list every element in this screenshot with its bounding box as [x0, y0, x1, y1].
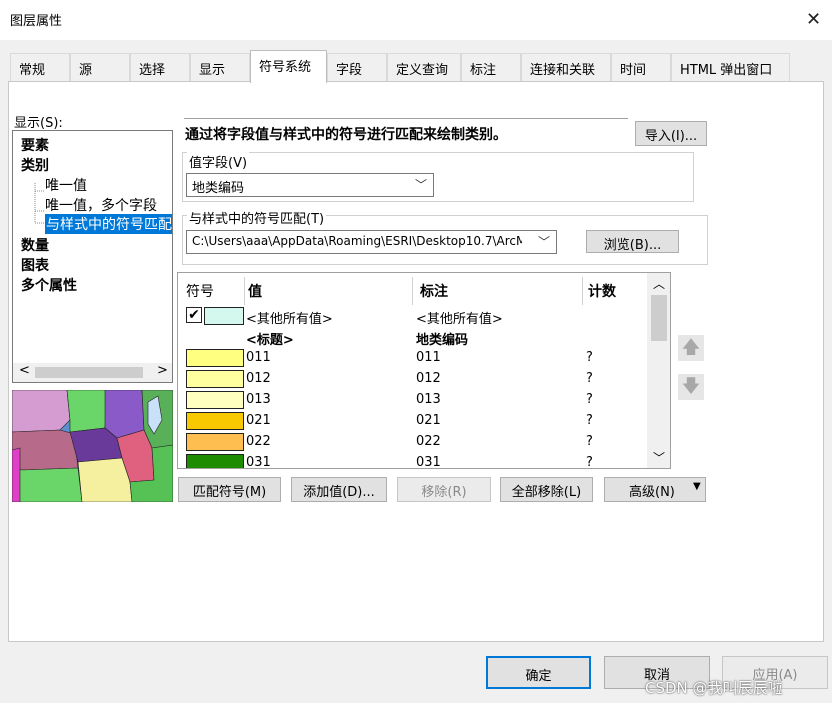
- scroll-down-icon[interactable]: ﹀: [653, 449, 665, 466]
- row-count: ?: [586, 392, 593, 407]
- row-count: ?: [586, 455, 593, 469]
- other-values-swatch[interactable]: [204, 307, 244, 325]
- row-count: ?: [586, 371, 593, 386]
- value-field-value: 地类编码: [192, 181, 245, 196]
- tree-item-charts[interactable]: 图表: [21, 255, 49, 275]
- tree-item-features[interactable]: 要素: [21, 135, 49, 155]
- renderer-description: 通过将字段值与样式中的符号进行匹配来绘制类别。: [185, 127, 507, 143]
- tab-selection[interactable]: 选择: [130, 53, 190, 81]
- dropdown-arrow-icon: ▼: [693, 481, 701, 492]
- watermark: CSDN @我叫辰辰啦: [645, 679, 783, 697]
- style-path-value: C:\Users\aaa\AppData\Roaming\ESRI\Deskto…: [192, 234, 522, 248]
- tab-symbology[interactable]: 符号系统: [250, 50, 327, 83]
- tab-time[interactable]: 时间: [611, 53, 671, 81]
- tree-item-categories[interactable]: 类别: [21, 155, 49, 175]
- row-value: 031: [246, 455, 271, 469]
- symbol-swatch[interactable]: [186, 370, 244, 388]
- col-header-count[interactable]: 计数: [588, 281, 616, 301]
- row-label: 011: [416, 350, 441, 365]
- col-divider: [582, 277, 583, 305]
- other-values-checkbox[interactable]: ✔: [186, 307, 202, 323]
- style-match-label: 与样式中的符号匹配(T): [187, 208, 327, 227]
- title-bar: [0, 0, 832, 40]
- symbol-swatch[interactable]: [186, 349, 244, 367]
- other-values-label: <其他所有值>: [416, 312, 503, 327]
- scroll-up-icon[interactable]: ︿: [653, 275, 665, 292]
- ok-button[interactable]: 确定: [486, 656, 591, 689]
- value-field-label: 值字段(V): [187, 152, 250, 171]
- close-icon[interactable]: ✕: [806, 9, 821, 30]
- symbol-swatch[interactable]: [186, 412, 244, 430]
- advanced-button[interactable]: 高级(N) ▼: [604, 477, 706, 502]
- tree-item-unique-values-many[interactable]: 唯一值，多个字段: [45, 195, 157, 215]
- tab-general[interactable]: 常规: [10, 53, 70, 81]
- col-divider: [244, 277, 245, 305]
- tab-labels[interactable]: 标注: [461, 53, 521, 81]
- row-value: 021: [246, 413, 271, 428]
- col-header-symbol[interactable]: 符号: [186, 281, 214, 301]
- row-count: ?: [586, 350, 593, 365]
- scroll-right-icon[interactable]: >: [157, 363, 168, 378]
- description-divider: [184, 118, 628, 119]
- style-path-select[interactable]: C:\Users\aaa\AppData\Roaming\ESRI\Deskto…: [186, 230, 557, 254]
- value-field-select[interactable]: 地类编码 ﹀: [186, 173, 434, 197]
- tree-lines: [34, 183, 44, 224]
- tree-item-multiple-attributes[interactable]: 多个属性: [21, 275, 77, 295]
- add-values-button[interactable]: 添加值(D)...: [291, 477, 387, 502]
- row-label: 013: [416, 392, 441, 407]
- other-values-value: <其他所有值>: [246, 312, 333, 327]
- symbol-swatch[interactable]: [186, 391, 244, 409]
- tab-html-popup[interactable]: HTML 弹出窗口: [671, 53, 790, 81]
- row-value: 022: [246, 434, 271, 449]
- tab-fields[interactable]: 字段: [327, 53, 387, 81]
- heading-label: 地类编码: [416, 333, 469, 348]
- tree-item-unique-values[interactable]: 唯一值: [45, 175, 87, 195]
- tree-item-quantities[interactable]: 数量: [21, 235, 49, 255]
- row-value: 013: [246, 392, 271, 407]
- browse-button[interactable]: 浏览(B)...: [586, 230, 679, 253]
- row-value: 012: [246, 371, 271, 386]
- symbol-swatch[interactable]: [186, 454, 244, 468]
- row-count: ?: [586, 413, 593, 428]
- move-down-icon[interactable]: 🡇: [678, 374, 704, 400]
- remove-all-button[interactable]: 全部移除(L): [500, 477, 593, 502]
- symbol-swatch[interactable]: [186, 433, 244, 451]
- scroll-thumb[interactable]: [651, 295, 667, 341]
- chevron-down-icon: ﹀: [414, 178, 427, 192]
- show-label: 显示(S):: [14, 116, 63, 131]
- row-label: 012: [416, 371, 441, 386]
- symbology-preview-map: [12, 390, 173, 502]
- chevron-down-icon: ﹀: [537, 235, 550, 249]
- tab-joins-relates[interactable]: 连接和关联: [521, 53, 611, 81]
- row-count: ?: [586, 434, 593, 449]
- import-button[interactable]: 导入(I)...: [635, 121, 707, 146]
- symbol-table: 符号 值 标注 计数 ✔ <其他所有值> <其他所有值> <标题> 地类编码 0…: [177, 272, 671, 469]
- row-label: 031: [416, 455, 441, 469]
- tab-display[interactable]: 显示: [190, 53, 250, 81]
- table-vertical-scrollbar[interactable]: ︿ ﹀: [647, 273, 670, 468]
- tab-definition-query[interactable]: 定义查询: [387, 53, 461, 81]
- col-divider: [412, 277, 413, 305]
- col-header-label[interactable]: 标注: [420, 281, 448, 301]
- col-header-value[interactable]: 值: [248, 281, 262, 301]
- tab-source[interactable]: 源: [70, 53, 130, 81]
- tree-item-match-style[interactable]: 与样式中的符号匹配: [45, 214, 172, 234]
- row-value: 011: [246, 350, 271, 365]
- move-up-icon[interactable]: 🡅: [678, 335, 704, 361]
- match-symbols-button[interactable]: 匹配符号(M): [178, 477, 281, 502]
- scroll-thumb[interactable]: [35, 367, 143, 378]
- row-label: 021: [416, 413, 441, 428]
- advanced-button-label: 高级(N): [629, 485, 675, 500]
- remove-button[interactable]: 移除(R): [397, 477, 491, 502]
- window-title: 图层属性: [10, 14, 63, 29]
- scroll-left-icon[interactable]: <: [19, 363, 30, 378]
- row-label: 022: [416, 434, 441, 449]
- tree-horizontal-scrollbar[interactable]: < >: [13, 363, 172, 382]
- renderer-tree: 要素 类别 唯一值 唯一值，多个字段 与样式中的符号匹配 数量 图表 多个属性 …: [12, 130, 173, 383]
- heading-value: <标题>: [246, 333, 294, 348]
